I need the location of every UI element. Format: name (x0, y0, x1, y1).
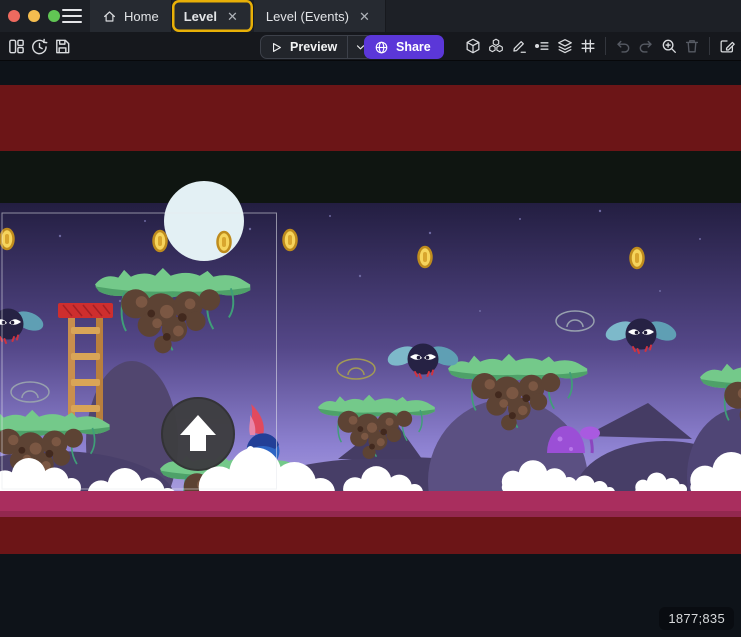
trash-icon[interactable] (681, 35, 703, 57)
close-tab-icon[interactable]: ✕ (224, 9, 241, 24)
hamburger-menu-icon[interactable] (62, 9, 82, 23)
tab-level-events[interactable]: Level (Events) ✕ (254, 0, 386, 32)
close-tab-icon[interactable]: ✕ (356, 9, 373, 24)
coin[interactable] (419, 247, 432, 267)
canvas-background-bottom (0, 554, 741, 637)
bottom-red-band[interactable] (0, 517, 741, 554)
scene-canvas: 1877;835 (0, 61, 741, 637)
coin[interactable] (154, 231, 167, 251)
tab-bar: Home Level ✕ Level (Events) ✕ (0, 0, 741, 32)
pink-band[interactable] (0, 491, 741, 511)
gdevelop-window: Home Level ✕ Level (Events) ✕ (0, 0, 741, 637)
zoom-window-button[interactable] (48, 10, 60, 22)
preview-button-group: Preview (260, 35, 373, 59)
project-manager-icon[interactable] (5, 35, 27, 57)
toolbar: Preview Share (0, 32, 741, 61)
minimize-window-button[interactable] (28, 10, 40, 22)
home-icon (102, 9, 117, 24)
share-button[interactable]: Share (364, 35, 444, 59)
redo-icon[interactable] (635, 35, 657, 57)
layers-icon[interactable] (554, 35, 576, 57)
scene-properties-icon[interactable] (716, 35, 738, 57)
tab-label: Home (124, 9, 159, 24)
close-window-button[interactable] (8, 10, 20, 22)
undo-icon[interactable] (612, 35, 634, 57)
moon[interactable] (164, 181, 244, 261)
preview-button[interactable]: Preview (261, 36, 347, 58)
globe-icon (374, 40, 389, 55)
pink-band-shade (0, 511, 741, 517)
history-icon[interactable] (28, 35, 50, 57)
up-arrow-control-button[interactable] (162, 398, 234, 470)
instances-list-icon[interactable] (531, 35, 553, 57)
cursor-coordinates-badge: 1877;835 (659, 607, 734, 630)
scene-viewport[interactable] (0, 61, 741, 637)
coin[interactable] (284, 230, 297, 250)
tab-level[interactable]: Level ✕ (172, 0, 254, 32)
coin[interactable] (218, 232, 231, 252)
grid-icon[interactable] (577, 35, 599, 57)
object-groups-icon[interactable] (485, 35, 507, 57)
tab-home[interactable]: Home (90, 0, 172, 32)
play-icon (270, 41, 283, 54)
zoom-in-icon[interactable] (658, 35, 680, 57)
tab-label: Level (Events) (266, 9, 349, 24)
save-icon[interactable] (51, 35, 73, 57)
objects-panel-icon[interactable] (462, 35, 484, 57)
pen-icon[interactable] (508, 35, 530, 57)
dark-band[interactable] (0, 151, 741, 203)
tab-strip: Home Level ✕ Level (Events) ✕ (90, 0, 386, 32)
traffic-lights (8, 10, 60, 22)
coin[interactable] (631, 248, 644, 268)
tab-label: Level (184, 9, 217, 24)
top-red-band[interactable] (0, 85, 741, 151)
